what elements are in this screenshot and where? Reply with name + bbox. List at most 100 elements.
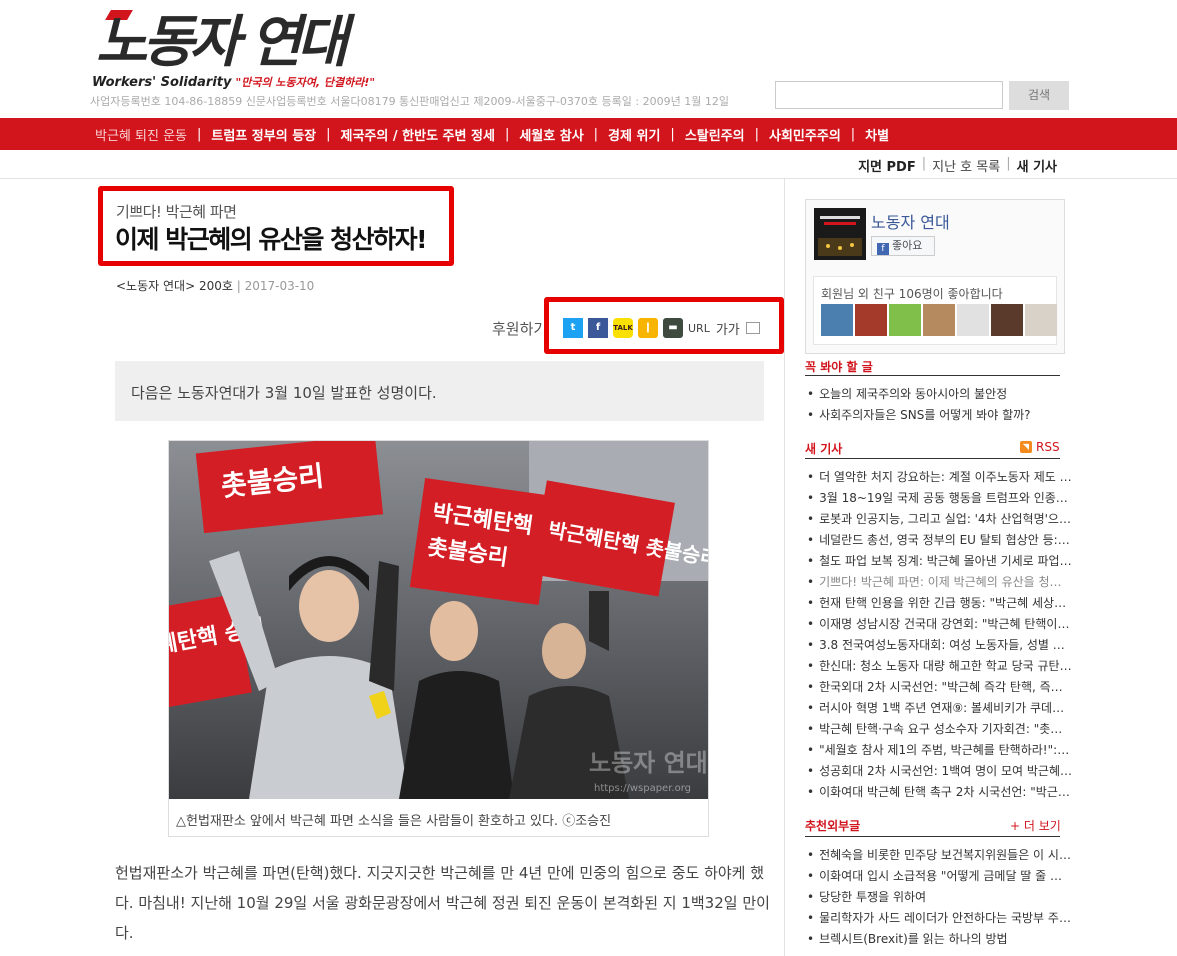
list-item-current[interactable]: 기쁘다! 박근혜 파면: 이제 박근혜의 유산을 청산… — [807, 572, 1072, 593]
date-separator: | — [236, 279, 245, 293]
nav-separator: | — [754, 126, 760, 142]
list-item[interactable]: 당당한 투쟁을 위하여 — [807, 887, 1072, 908]
list-item[interactable]: 오늘의 제국주의와 동아시아의 불안정 — [807, 384, 1072, 405]
nav-item-imperialism[interactable]: 제국주의 / 한반도 주변 정세 — [341, 125, 495, 144]
facebook-page-name[interactable]: 노동자 연대 — [871, 209, 950, 233]
article-subtitle: 기쁘다! 박근혜 파면 — [116, 203, 237, 221]
avatar[interactable] — [923, 304, 955, 336]
protest-photo-illustration: 촛불승리 박근혜탄핵 촛불승리 박근혜탄핵 촛불승리 혜탄핵 승리 노동자 연대… — [169, 441, 708, 799]
band-icon[interactable]: ▬ — [663, 318, 683, 338]
avatar[interactable] — [889, 304, 921, 336]
list-item[interactable]: 전혜숙을 비롯한 민주당 보건복지위원들은 이 시… — [807, 845, 1072, 866]
article-meta: <노동자 연대> 200호 | 2017-03-10 — [116, 277, 314, 294]
kakaostory-icon[interactable]: ❙ — [638, 318, 658, 338]
registration-info: 사업자등록번호 104-86-18859 신문사업등록번호 서울다08179 통… — [90, 95, 729, 108]
avatar[interactable] — [1025, 304, 1057, 336]
sidebar-divider — [784, 179, 785, 956]
facebook-page-thumbnail[interactable] — [814, 208, 866, 260]
copy-url-button[interactable]: URL — [688, 322, 710, 335]
section-divider — [805, 375, 1060, 376]
list-item[interactable]: 철도 파업 보복 징계: 박근혜 몰아낸 기세로 파업 … — [807, 551, 1072, 572]
like-label: 좋아요 — [892, 239, 923, 252]
nav-item-economic-crisis[interactable]: 경제 위기 — [608, 125, 660, 144]
logo-slogan: "만국의 노동자여, 단결하라!" — [235, 76, 376, 89]
list-item[interactable]: 더 열악한 처지 강요하는: 계절 이주노동자 제도 … — [807, 467, 1072, 488]
list-item[interactable]: 사회주의자들은 SNS를 어떻게 봐야 할까? — [807, 405, 1072, 426]
list-item[interactable]: 3.8 전국여성노동자대회: 여성 노동자들, 성별 임… — [807, 635, 1072, 656]
search-button[interactable]: 검색 — [1009, 81, 1069, 110]
nav-item-stalinism[interactable]: 스탈린주의 — [685, 125, 745, 144]
print-icon[interactable] — [745, 322, 760, 334]
nav-item-park-resign[interactable]: 박근혜 퇴진 운동 — [95, 125, 187, 144]
new-articles-list: 더 열악한 처지 강요하는: 계절 이주노동자 제도 … 3월 18~19일 국… — [807, 467, 1072, 803]
list-item[interactable]: 네덜란드 총선, 영국 정부의 EU 탈퇴 협상안 등: … — [807, 530, 1072, 551]
section-divider — [805, 458, 1060, 459]
list-item[interactable]: 이화여대 박근혜 탄핵 촉구 2차 시국선언: "박근혜… — [807, 782, 1072, 803]
nav-item-discrimination[interactable]: 차별 — [865, 125, 889, 144]
article-source[interactable]: <노동자 연대> 200호 — [116, 279, 233, 293]
nav-separator: | — [593, 126, 599, 142]
site-logo-english: Workers' Solidarity "만국의 노동자여, 단결하라!" — [92, 74, 375, 90]
article-photo: 촛불승리 박근혜탄핵 촛불승리 박근혜탄핵 촛불승리 혜탄핵 승리 노동자 연대… — [169, 441, 708, 799]
list-item[interactable]: 한신대: 청소 노동자 대량 해고한 학교 당국 규탄… — [807, 656, 1072, 677]
avatar[interactable] — [855, 304, 887, 336]
recommended-list: 전혜숙을 비롯한 민주당 보건복지위원들은 이 시… 이화여대 입시 소급적용 … — [807, 845, 1072, 950]
site-logo[interactable]: 노동자 연대 — [96, 8, 348, 78]
nav-item-social-democracy[interactable]: 사회민주주의 — [769, 125, 841, 144]
rss-link[interactable]: ◥ RSS — [1020, 440, 1060, 454]
list-item[interactable]: 한국외대 2차 시국선언: "박근혜 즉각 탄핵, 즉각 … — [807, 677, 1072, 698]
article-date: 2017-03-10 — [244, 279, 315, 293]
subnav-separator: | — [1006, 156, 1011, 171]
list-item[interactable]: 박근혜 탄핵·구속 요구 성소수자 기자회견: "촛불… — [807, 719, 1072, 740]
list-item[interactable]: 이화여대 입시 소급적용 "어떻게 금메달 딸 줄 알… — [807, 866, 1072, 887]
facebook-like-button[interactable]: f 좋아요 — [871, 236, 935, 256]
rss-icon: ◥ — [1020, 441, 1032, 453]
font-size-button[interactable]: 가가 — [716, 319, 740, 338]
list-item[interactable]: 로봇과 인공지능, 그리고 실업: '4차 산업혁명'으로… — [807, 509, 1072, 530]
facebook-icon: f — [877, 243, 889, 255]
photo-watermark-url: https://wspaper.org — [594, 783, 691, 794]
subnav-new-articles[interactable]: 새 기사 — [1017, 156, 1057, 175]
list-item[interactable]: "세월호 참사 제1의 주범, 박근혜를 탄핵하라!": 2… — [807, 740, 1072, 761]
list-item[interactable]: 물리학자가 사드 레이더가 안전하다는 국방부 주… — [807, 908, 1072, 929]
lede-text: 다음은 노동자연대가 3월 10일 발표한 성명이다. — [131, 384, 437, 402]
subnav-archive[interactable]: 지난 호 목록 — [932, 156, 1000, 175]
nav-item-trump[interactable]: 트럼프 정부의 등장 — [211, 125, 316, 144]
nav-separator: | — [326, 126, 331, 142]
nav-separator: | — [504, 126, 510, 142]
facebook-friends-text: 회원님 외 친구 106명이 좋아합니다 — [821, 287, 1003, 301]
avatar[interactable] — [991, 304, 1023, 336]
subnav-pdf[interactable]: 지면 PDF — [858, 156, 916, 175]
nav-separator: | — [850, 126, 856, 142]
list-item[interactable]: 러시아 혁명 1백 주년 연재⑨: 볼셰비키가 쿠데타… — [807, 698, 1072, 719]
nav-separator: | — [670, 126, 675, 142]
nav-item-sewol[interactable]: 세월호 참사 — [519, 125, 583, 144]
avatar[interactable] — [821, 304, 853, 336]
avatar[interactable] — [957, 304, 989, 336]
nav-separator: | — [197, 126, 202, 142]
woman-face — [299, 570, 359, 642]
article-title: 이제 박근혜의 유산을 청산하자! — [115, 225, 428, 254]
sign-impeach-1: 박근혜탄핵 촛불승리 — [409, 478, 554, 606]
new-articles-title: 새 기사 — [805, 442, 843, 456]
list-item[interactable]: 이재명 성남시장 건국대 강연회: "박근혜 탄핵이 … — [807, 614, 1072, 635]
twitter-icon[interactable]: t — [563, 318, 583, 338]
subnav-separator: | — [921, 156, 927, 171]
must-read-title: 꼭 봐야 할 글 — [805, 360, 873, 374]
facebook-friend-avatars — [821, 304, 1059, 336]
recommended-title: 추천외부글 — [805, 819, 861, 833]
more-link[interactable]: + 더 보기 — [1010, 817, 1061, 834]
list-item[interactable]: 브렉시트(Brexit)를 읽는 하나의 방법 — [807, 929, 1072, 950]
facebook-icon[interactable]: f — [588, 318, 608, 338]
kakaotalk-icon[interactable]: TALK — [613, 318, 633, 338]
list-item[interactable]: 3월 18~19일 국제 공동 행동을 트럼프와 인종차… — [807, 488, 1072, 509]
main-nav: 박근혜 퇴진 운동 | 트럼프 정부의 등장 | 제국주의 / 한반도 주변 정… — [95, 118, 889, 150]
list-item[interactable]: 성공회대 2차 시국선언: 1백여 명이 모여 박근혜 … — [807, 761, 1072, 782]
donate-link[interactable]: 후원하기 — [492, 318, 547, 339]
second-face — [430, 601, 478, 661]
list-item[interactable]: 헌재 탄핵 인용을 위한 긴급 행동: "박근혜 세상의… — [807, 593, 1072, 614]
logo-english-text: Workers' Solidarity — [92, 75, 232, 90]
article-body: 헌법재판소가 박근혜를 파면(탄핵)했다. 지긋지긋한 박근혜를 만 4년 만에… — [115, 864, 770, 942]
must-read-list: 오늘의 제국주의와 동아시아의 불안정 사회주의자들은 SNS를 어떻게 봐야 … — [807, 384, 1072, 426]
search-input[interactable] — [775, 81, 1003, 109]
